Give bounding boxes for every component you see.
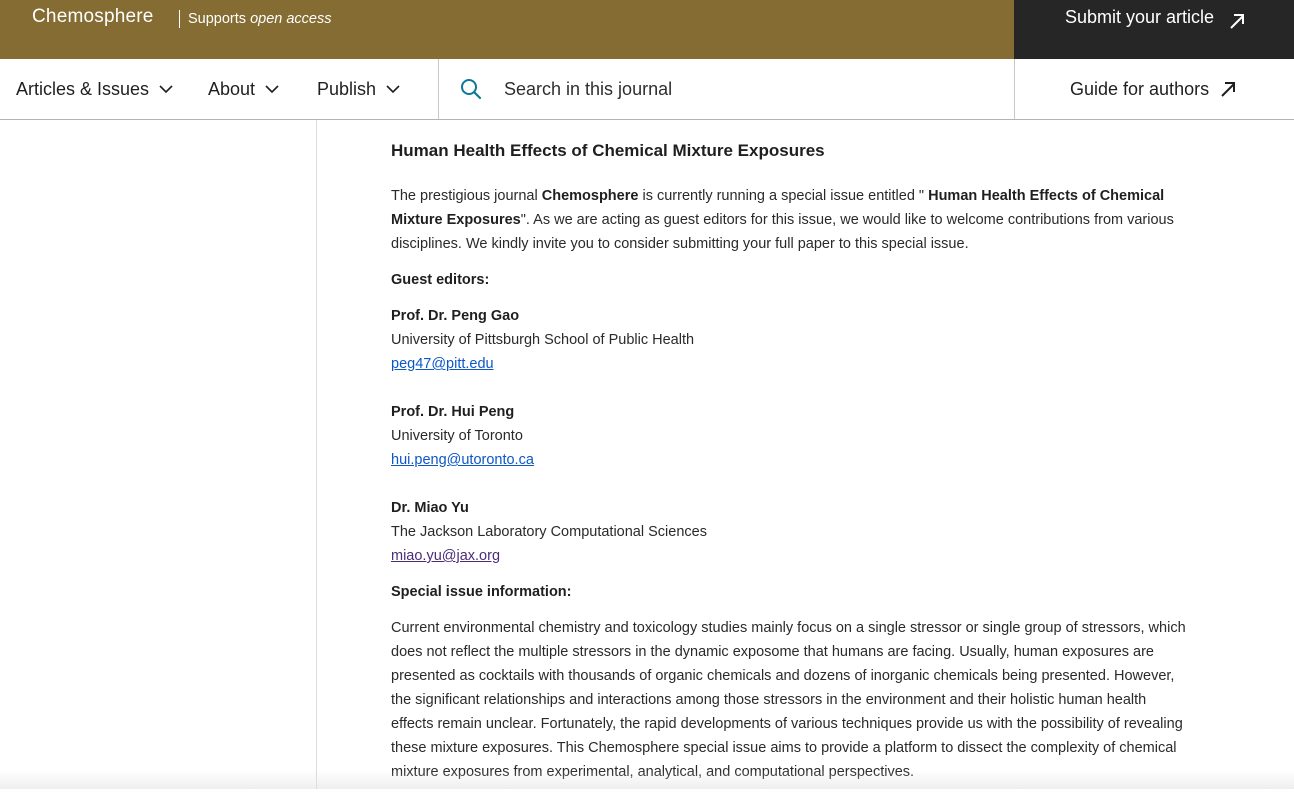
bottom-fade — [0, 770, 1294, 789]
search-icon[interactable] — [460, 78, 482, 100]
external-link-arrow-icon — [1230, 14, 1244, 29]
editor-name: Prof. Dr. Peng Gao — [391, 308, 520, 324]
special-info-heading: Special issue information: — [391, 584, 572, 600]
nav-articles-issues[interactable]: Articles & Issues — [16, 59, 173, 119]
nav-divider — [1014, 59, 1015, 119]
chevron-down-icon — [159, 84, 173, 93]
open-access-emphasis: open access — [250, 11, 332, 27]
nav-item-label: Articles & Issues — [16, 78, 150, 99]
editor-affiliation: University of Toronto — [391, 428, 523, 444]
intro-text: is currently running a special issue ent… — [638, 188, 929, 204]
nav-divider — [438, 59, 439, 119]
nav-publish[interactable]: Publish — [317, 59, 400, 119]
editor-entry: Prof. Dr. Peng Gao University of Pittsbu… — [391, 304, 1191, 376]
editor-email-link[interactable]: miao.yu@jax.org — [391, 548, 500, 564]
chevron-down-icon — [265, 84, 279, 93]
guide-for-authors-link[interactable]: Guide for authors — [1070, 59, 1237, 119]
intro-journal: Chemosphere — [541, 188, 639, 204]
open-access-note: Supports open access — [179, 10, 332, 28]
guide-for-authors-label: Guide for authors — [1070, 78, 1210, 99]
left-sidebar — [0, 120, 317, 789]
guest-editors-heading: Guest editors: — [391, 272, 490, 288]
chevron-down-icon — [386, 84, 400, 93]
editor-email-link[interactable]: hui.peng@utoronto.ca — [391, 452, 534, 468]
editor-name: Dr. Miao Yu — [391, 500, 469, 516]
editor-name: Prof. Dr. Hui Peng — [391, 404, 515, 420]
special-info-body: Current environmental chemistry and toxi… — [391, 620, 1186, 780]
editor-affiliation: The Jackson Laboratory Computational Sci… — [391, 524, 707, 540]
external-link-arrow-icon — [1221, 82, 1236, 97]
submit-article-label: Submit your article — [1065, 7, 1215, 27]
nav-item-label: Publish — [317, 78, 377, 99]
editor-entry: Dr. Miao Yu The Jackson Laboratory Compu… — [391, 496, 1191, 568]
nav-about[interactable]: About — [208, 59, 279, 119]
journal-banner: Chemosphere Supports open access Submit … — [0, 0, 1294, 59]
open-access-prefix: Supports — [188, 11, 247, 27]
nav-item-label: About — [208, 78, 256, 99]
journal-name-link[interactable]: Chemosphere — [32, 6, 154, 28]
page-title: Human Health Effects of Chemical Mixture… — [391, 141, 825, 160]
editor-email-link[interactable]: peg47@pitt.edu — [391, 356, 494, 372]
editor-affiliation: University of Pittsburgh School of Publi… — [391, 332, 695, 348]
journal-nav: Articles & Issues About Publish Guide fo… — [0, 59, 1294, 120]
submit-article-button[interactable]: Submit your article — [1014, 0, 1294, 59]
special-issue-content: Human Health Effects of Chemical Mixture… — [391, 138, 1191, 796]
intro-text: The prestigious journal — [391, 188, 542, 204]
intro-paragraph: The prestigious journal Chemosphere is c… — [391, 184, 1191, 256]
editor-entry: Prof. Dr. Hui Peng University of Toronto… — [391, 400, 1191, 472]
journal-search-input[interactable] — [498, 72, 1010, 106]
